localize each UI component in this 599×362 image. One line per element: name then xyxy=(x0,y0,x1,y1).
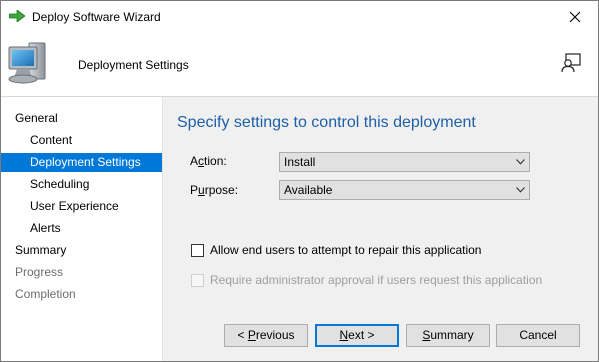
nav-item-progress: Progress xyxy=(1,263,162,282)
repair-checkbox-label[interactable]: Allow end users to attempt to repair thi… xyxy=(210,243,481,257)
help-icon[interactable] xyxy=(560,52,582,74)
cancel-label: Cancel xyxy=(519,328,557,342)
chevron-down-icon xyxy=(516,187,525,193)
approval-checkbox xyxy=(191,274,204,287)
action-label-text: A xyxy=(190,154,199,168)
previous-label-accel: P xyxy=(247,328,256,342)
nav-label: Progress xyxy=(15,265,64,279)
nav-item-scheduling[interactable]: Scheduling xyxy=(1,175,162,194)
action-dropdown-value: Install xyxy=(284,155,316,169)
close-icon xyxy=(569,11,581,22)
nav-label: User Experience xyxy=(30,199,119,213)
purpose-dropdown[interactable]: Available xyxy=(279,180,530,200)
summary-label-text: ummary xyxy=(430,328,474,342)
green-arrow-icon xyxy=(9,10,25,22)
previous-label-text: revious xyxy=(255,328,295,342)
next-button[interactable]: Next > xyxy=(315,324,399,347)
window-title: Deploy Software Wizard xyxy=(32,10,161,24)
nav-item-general[interactable]: General xyxy=(1,109,162,128)
summary-button[interactable]: Summary xyxy=(406,324,490,347)
previous-button[interactable]: < Previous xyxy=(224,324,308,347)
page-heading: Specify settings to control this deploym… xyxy=(177,114,476,131)
nav-item-completion: Completion xyxy=(1,285,162,304)
main-panel: Specify settings to control this deploym… xyxy=(163,97,598,361)
wizard-window: Deploy Software Wizard Deployment Settin… xyxy=(0,0,599,362)
nav-label: Scheduling xyxy=(30,177,90,191)
cancel-button[interactable]: Cancel xyxy=(496,324,580,347)
chevron-down-icon xyxy=(516,159,525,165)
close-button[interactable] xyxy=(552,1,598,32)
purpose-label-accel: u xyxy=(198,183,205,197)
title-bar: Deploy Software Wizard xyxy=(1,1,598,32)
wizard-navigation: General Content Deployment Settings Sche… xyxy=(1,97,163,361)
action-dropdown[interactable]: Install xyxy=(279,152,530,172)
nav-item-content[interactable]: Content xyxy=(1,131,162,150)
purpose-dropdown-value: Available xyxy=(284,183,333,197)
nav-item-alerts[interactable]: Alerts xyxy=(1,219,162,238)
nav-label: Summary xyxy=(15,243,67,257)
nav-item-user-experience[interactable]: User Experience xyxy=(1,197,162,216)
purpose-label-text-end: rpose: xyxy=(204,183,239,197)
purpose-label: Purpose: xyxy=(190,183,238,197)
nav-label: Deployment Settings xyxy=(30,155,141,169)
wizard-header: Deployment Settings xyxy=(1,32,598,97)
repair-checkbox[interactable] xyxy=(191,244,204,257)
nav-label: Completion xyxy=(15,287,76,301)
previous-label-prefix: < xyxy=(237,328,248,342)
nav-item-deployment-settings[interactable]: Deployment Settings xyxy=(1,153,162,172)
header-title: Deployment Settings xyxy=(78,58,189,72)
nav-item-summary[interactable]: Summary xyxy=(1,241,162,260)
action-label-text-end: tion: xyxy=(204,154,227,168)
purpose-label-text: P xyxy=(190,183,199,197)
approval-checkbox-label: Require administrator approval if users … xyxy=(210,273,543,287)
nav-label: Content xyxy=(30,133,73,147)
nav-label: Alerts xyxy=(30,221,61,235)
action-label: Action: xyxy=(190,154,227,168)
nav-label: General xyxy=(15,111,58,125)
next-label-text: ext > xyxy=(348,328,375,342)
computer-icon xyxy=(8,42,46,84)
next-label-accel: N xyxy=(339,328,349,342)
